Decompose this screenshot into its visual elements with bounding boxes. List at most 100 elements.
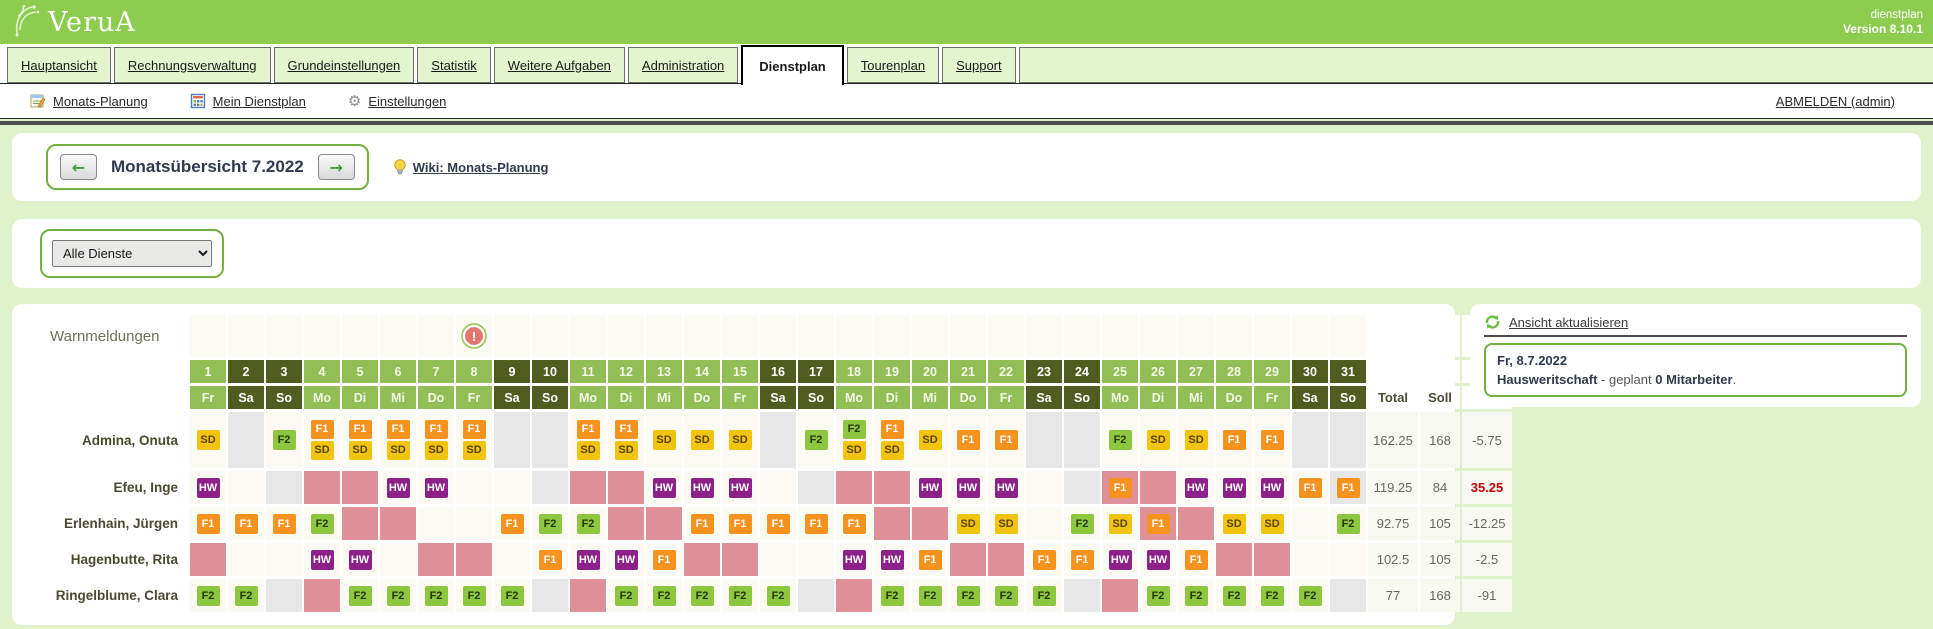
shift-cell-day-14[interactable]: F2 bbox=[684, 579, 720, 612]
shift-chip-sd[interactable]: SD bbox=[1261, 514, 1284, 534]
shift-cell-day-4[interactable] bbox=[304, 471, 340, 504]
shift-cell-day-1[interactable]: F1 bbox=[190, 507, 226, 540]
shift-chip-sd[interactable]: SD bbox=[1223, 514, 1246, 534]
shift-cell-day-7[interactable]: HW bbox=[418, 471, 454, 504]
shift-cell-day-7[interactable] bbox=[418, 507, 454, 540]
mein-dienstplan-link[interactable]: Mein Dienstplan bbox=[190, 93, 306, 109]
shift-cell-day-15[interactable]: F1 bbox=[722, 507, 758, 540]
shift-cell-day-22[interactable]: HW bbox=[988, 471, 1024, 504]
shift-chip-f1[interactable]: F1 bbox=[615, 420, 638, 439]
shift-cell-day-7[interactable]: F1SD bbox=[418, 412, 454, 468]
shift-cell-day-24[interactable] bbox=[1064, 412, 1100, 468]
tab-weitere-aufgaben[interactable]: Weitere Aufgaben bbox=[494, 47, 625, 83]
tab-tourenplan[interactable]: Tourenplan bbox=[847, 47, 939, 83]
shift-cell-day-9[interactable]: F2 bbox=[494, 579, 530, 612]
shift-chip-f2[interactable]: F2 bbox=[425, 586, 448, 606]
shift-cell-day-8[interactable] bbox=[456, 471, 492, 504]
shift-chip-f1[interactable]: F1 bbox=[311, 420, 334, 439]
shift-chip-sd[interactable]: SD bbox=[425, 441, 448, 460]
shift-chip-f2[interactable]: F2 bbox=[387, 586, 410, 606]
shift-chip-hw[interactable]: HW bbox=[843, 550, 866, 570]
shift-cell-day-28[interactable]: SD bbox=[1216, 507, 1252, 540]
shift-cell-day-17[interactable] bbox=[798, 471, 834, 504]
shift-chip-f2[interactable]: F2 bbox=[615, 586, 638, 606]
shift-cell-day-7[interactable]: F2 bbox=[418, 579, 454, 612]
shift-cell-day-29[interactable]: F2 bbox=[1254, 579, 1290, 612]
shift-chip-f1[interactable]: F1 bbox=[463, 420, 486, 439]
shift-cell-day-25[interactable]: SD bbox=[1102, 507, 1138, 540]
shift-chip-hw[interactable]: HW bbox=[425, 478, 448, 498]
shift-chip-hw[interactable]: HW bbox=[349, 550, 372, 570]
shift-cell-day-5[interactable]: HW bbox=[342, 543, 378, 576]
shift-chip-sd[interactable]: SD bbox=[1147, 430, 1170, 450]
shift-chip-hw[interactable]: HW bbox=[881, 550, 904, 570]
shift-cell-day-26[interactable] bbox=[1140, 471, 1176, 504]
shift-chip-f1[interactable]: F1 bbox=[197, 514, 220, 534]
shift-chip-f1[interactable]: F1 bbox=[1147, 514, 1170, 534]
shift-chip-hw[interactable]: HW bbox=[1147, 550, 1170, 570]
shift-cell-day-2[interactable] bbox=[228, 412, 264, 468]
shift-chip-hw[interactable]: HW bbox=[919, 478, 942, 498]
shift-cell-day-26[interactable]: F2 bbox=[1140, 579, 1176, 612]
shift-cell-day-8[interactable] bbox=[456, 507, 492, 540]
shift-chip-f2[interactable]: F2 bbox=[1185, 586, 1208, 606]
shift-cell-day-20[interactable]: F1 bbox=[912, 543, 948, 576]
shift-chip-sd[interactable]: SD bbox=[843, 441, 866, 460]
shift-chip-f2[interactable]: F2 bbox=[577, 514, 600, 534]
shift-cell-day-27[interactable] bbox=[1178, 507, 1214, 540]
shift-cell-day-24[interactable] bbox=[1064, 471, 1100, 504]
shift-chip-hw[interactable]: HW bbox=[311, 550, 334, 570]
shift-cell-day-21[interactable]: SD bbox=[950, 507, 986, 540]
shift-chip-f2[interactable]: F2 bbox=[349, 586, 372, 606]
shift-chip-f1[interactable]: F1 bbox=[729, 514, 752, 534]
tab-hauptansicht[interactable]: Hauptansicht bbox=[7, 47, 111, 83]
shift-cell-day-3[interactable] bbox=[266, 471, 302, 504]
shift-chip-f2[interactable]: F2 bbox=[1071, 514, 1094, 534]
shift-cell-day-13[interactable]: F1 bbox=[646, 543, 682, 576]
shift-cell-day-16[interactable] bbox=[760, 543, 796, 576]
shift-chip-hw[interactable]: HW bbox=[1185, 478, 1208, 498]
monats-planung-link[interactable]: Monats-Planung bbox=[30, 93, 148, 109]
shift-chip-f1[interactable]: F1 bbox=[1033, 550, 1056, 570]
shift-cell-day-15[interactable]: F2 bbox=[722, 579, 758, 612]
shift-chip-hw[interactable]: HW bbox=[1109, 550, 1132, 570]
shift-chip-f1[interactable]: F1 bbox=[653, 550, 676, 570]
previous-month-button[interactable]: ← bbox=[60, 154, 97, 180]
shift-cell-day-19[interactable]: F2 bbox=[874, 579, 910, 612]
shift-cell-day-13[interactable]: SD bbox=[646, 412, 682, 468]
shift-chip-hw[interactable]: HW bbox=[1261, 478, 1284, 498]
shift-cell-day-27[interactable]: HW bbox=[1178, 471, 1214, 504]
shift-chip-hw[interactable]: HW bbox=[691, 478, 714, 498]
shift-cell-day-5[interactable]: F2 bbox=[342, 579, 378, 612]
shift-cell-day-14[interactable]: HW bbox=[684, 471, 720, 504]
shift-cell-day-12[interactable]: F1SD bbox=[608, 412, 644, 468]
shift-chip-f2[interactable]: F2 bbox=[1261, 586, 1284, 606]
shift-chip-f1[interactable]: F1 bbox=[1223, 430, 1246, 450]
shift-cell-day-30[interactable] bbox=[1292, 412, 1328, 468]
shift-chip-sd[interactable]: SD bbox=[463, 441, 486, 460]
service-filter-select[interactable]: Alle Dienste bbox=[52, 240, 212, 267]
shift-cell-day-22[interactable]: SD bbox=[988, 507, 1024, 540]
shift-cell-day-6[interactable] bbox=[380, 507, 416, 540]
shift-cell-day-14[interactable]: SD bbox=[684, 412, 720, 468]
shift-cell-day-16[interactable]: F2 bbox=[760, 579, 796, 612]
shift-cell-day-22[interactable]: F2 bbox=[988, 579, 1024, 612]
shift-cell-day-31[interactable] bbox=[1330, 412, 1366, 468]
shift-cell-day-22[interactable] bbox=[988, 543, 1024, 576]
shift-cell-day-3[interactable] bbox=[266, 543, 302, 576]
shift-chip-sd[interactable]: SD bbox=[881, 441, 904, 460]
shift-cell-day-13[interactable]: F2 bbox=[646, 579, 682, 612]
shift-chip-f1[interactable]: F1 bbox=[957, 430, 980, 450]
shift-cell-day-1[interactable]: F2 bbox=[190, 579, 226, 612]
shift-chip-f1[interactable]: F1 bbox=[1299, 478, 1322, 498]
shift-cell-day-4[interactable]: HW bbox=[304, 543, 340, 576]
shift-cell-day-24[interactable]: F2 bbox=[1064, 507, 1100, 540]
shift-cell-day-18[interactable]: F1 bbox=[836, 507, 872, 540]
shift-chip-f2[interactable]: F2 bbox=[767, 586, 790, 606]
shift-cell-day-2[interactable]: F1 bbox=[228, 507, 264, 540]
tab-statistik[interactable]: Statistik bbox=[417, 47, 491, 83]
shift-chip-hw[interactable]: HW bbox=[1223, 478, 1246, 498]
shift-chip-hw[interactable]: HW bbox=[957, 478, 980, 498]
shift-cell-day-19[interactable] bbox=[874, 471, 910, 504]
tab-grundeinstellungen[interactable]: Grundeinstellungen bbox=[274, 47, 415, 83]
